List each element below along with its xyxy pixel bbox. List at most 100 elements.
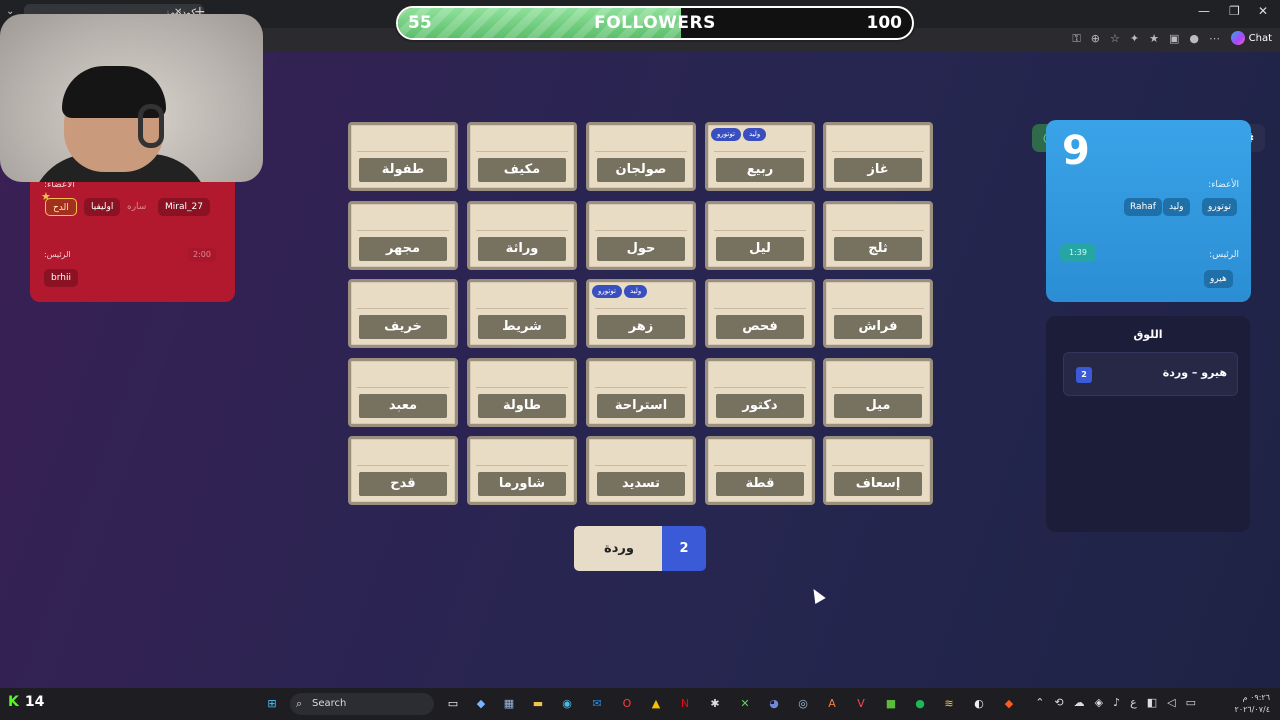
favorites-icon[interactable]: ★ bbox=[1149, 32, 1159, 46]
task-view-icon[interactable]: ▭ bbox=[444, 695, 462, 713]
minecraft-icon[interactable]: ■ bbox=[882, 695, 900, 713]
blue-member-chip[interactable]: Rahaf bbox=[1124, 198, 1162, 216]
more-icon[interactable]: ⋯ bbox=[1209, 32, 1220, 46]
key-icon[interactable]: ⚿ bbox=[1072, 32, 1080, 46]
card-word: ليل bbox=[716, 237, 804, 261]
discord-icon[interactable]: ◕ bbox=[765, 695, 783, 713]
word-card[interactable]: شريط bbox=[467, 279, 577, 348]
app-icon[interactable]: A bbox=[823, 695, 841, 713]
word-card[interactable]: شاورما bbox=[467, 436, 577, 505]
word-card[interactable]: فحص bbox=[705, 279, 815, 348]
card-divider bbox=[595, 308, 687, 309]
word-card[interactable]: طفولة bbox=[348, 122, 458, 191]
red-leader-chip[interactable]: brhii bbox=[44, 269, 78, 287]
copilot-taskbar-icon[interactable]: ◆ bbox=[472, 695, 490, 713]
card-divider bbox=[832, 465, 924, 466]
word-card[interactable]: صولجان bbox=[586, 122, 696, 191]
store-icon[interactable]: ▦ bbox=[500, 695, 518, 713]
word-card[interactable]: دكتور bbox=[705, 358, 815, 427]
red-member-chip[interactable]: ساره bbox=[120, 198, 153, 216]
log-panel: اللوق 2 هيرو – وردة bbox=[1046, 316, 1250, 532]
brave-icon[interactable]: ◆ bbox=[1000, 695, 1018, 713]
follower-label: FOLLOWERS bbox=[594, 13, 716, 33]
log-entry-number: 2 bbox=[1076, 367, 1092, 383]
card-word: قدح bbox=[359, 472, 447, 496]
word-card[interactable]: حول bbox=[586, 201, 696, 270]
word-card[interactable]: مجهر bbox=[348, 201, 458, 270]
red-member-chip[interactable]: اوليفيا bbox=[84, 198, 121, 216]
word-card[interactable]: ثلج bbox=[823, 201, 933, 270]
blue-leader-label: :الرئيس bbox=[1209, 250, 1239, 260]
word-card[interactable]: فراش bbox=[823, 279, 933, 348]
netflix-icon[interactable]: N bbox=[676, 695, 694, 713]
obs-icon[interactable]: ◐ bbox=[970, 695, 988, 713]
extensions-icon[interactable]: ✦ bbox=[1130, 32, 1139, 46]
outlook-icon[interactable]: ✉ bbox=[588, 695, 606, 713]
card-divider bbox=[832, 230, 924, 231]
blue-timer: 1:39 bbox=[1060, 244, 1096, 262]
valorant-icon[interactable]: V bbox=[852, 695, 870, 713]
kick-widget[interactable]: K 14 bbox=[8, 694, 44, 710]
word-card[interactable]: استراحة bbox=[586, 358, 696, 427]
card-vote-tag: توتورو bbox=[711, 128, 741, 141]
microphone-icon[interactable]: ♪ bbox=[1113, 696, 1120, 709]
minimize-button[interactable]: — bbox=[1198, 4, 1210, 18]
card-word: شريط bbox=[478, 315, 566, 339]
start-icon[interactable]: ⊞ bbox=[263, 695, 281, 713]
battery-icon[interactable]: ▭ bbox=[1186, 696, 1196, 709]
edge-icon[interactable]: ◉ bbox=[558, 695, 576, 713]
blue-member-chip[interactable]: وليد bbox=[1163, 198, 1190, 216]
zoom-icon[interactable]: ⊕ bbox=[1091, 32, 1100, 46]
xbox-icon[interactable]: ✕ bbox=[736, 695, 754, 713]
word-card[interactable]: غاز bbox=[823, 122, 933, 191]
word-card[interactable]: تسديد bbox=[586, 436, 696, 505]
word-card[interactable]: مكيف bbox=[467, 122, 577, 191]
security-icon[interactable]: ◈ bbox=[1095, 696, 1103, 709]
chevron-up-icon[interactable]: ⌃ bbox=[1035, 696, 1044, 709]
windows-taskbar: K 14 ⊞ ⌕ Search ▭ ◆ ▦ ▬ ◉ ✉ O ▲ N ✱ ✕ ◕ … bbox=[0, 688, 1280, 720]
card-word: فحص bbox=[716, 315, 804, 339]
card-word: صولجان bbox=[597, 158, 685, 182]
word-card[interactable]: طاولة bbox=[467, 358, 577, 427]
favorite-icon[interactable]: ☆ bbox=[1110, 32, 1120, 46]
taskbar-search[interactable]: ⌕ Search bbox=[290, 693, 434, 715]
volume-icon[interactable]: ◁ bbox=[1167, 696, 1175, 709]
collections-icon[interactable]: ▣ bbox=[1169, 32, 1179, 46]
close-window-button[interactable]: ✕ bbox=[1258, 4, 1268, 18]
file-explorer-icon[interactable]: ▬ bbox=[529, 695, 547, 713]
word-card[interactable]: وراثة bbox=[467, 201, 577, 270]
network-icon[interactable]: ◧ bbox=[1147, 696, 1157, 709]
word-card[interactable]: إسعاف bbox=[823, 436, 933, 505]
word-card[interactable]: قطة bbox=[705, 436, 815, 505]
cloud-icon[interactable]: ☁ bbox=[1074, 696, 1085, 709]
word-card[interactable]: ربيع توتورو وليد bbox=[705, 122, 815, 191]
app-icon[interactable]: ✱ bbox=[706, 695, 724, 713]
app-icon[interactable]: ≋ bbox=[940, 695, 958, 713]
word-card[interactable]: خريف bbox=[348, 279, 458, 348]
word-card[interactable]: معبد bbox=[348, 358, 458, 427]
spotify-icon[interactable]: ● bbox=[911, 695, 929, 713]
clock[interactable]: ٠٩:٢٦ م ٢٠٢٦/٠٧/٤ bbox=[1235, 692, 1270, 716]
card-word: استراحة bbox=[597, 394, 685, 418]
word-card[interactable]: قدح bbox=[348, 436, 458, 505]
sync-icon[interactable]: ⟲ bbox=[1054, 696, 1063, 709]
blue-member-chip[interactable]: توتورو bbox=[1202, 198, 1238, 216]
steam-icon[interactable]: ◎ bbox=[794, 695, 812, 713]
maximize-button[interactable]: ❐ bbox=[1229, 4, 1240, 18]
card-word: ربيع bbox=[716, 158, 804, 182]
app-icon[interactable]: ▲ bbox=[647, 695, 665, 713]
profile-icon[interactable]: ● bbox=[1189, 32, 1199, 46]
card-divider bbox=[476, 308, 568, 309]
word-card[interactable]: ميل bbox=[823, 358, 933, 427]
opera-icon[interactable]: O bbox=[618, 695, 636, 713]
card-divider bbox=[357, 465, 449, 466]
copilot-chat-button[interactable]: Chat bbox=[1230, 31, 1272, 45]
card-divider bbox=[832, 387, 924, 388]
card-divider bbox=[595, 230, 687, 231]
word-card[interactable]: ليل bbox=[705, 201, 815, 270]
language-icon[interactable]: ع bbox=[1130, 696, 1137, 709]
word-card[interactable]: زهر توتورو وليد bbox=[586, 279, 696, 348]
follower-goal: 100 bbox=[866, 13, 903, 33]
blue-leader-chip[interactable]: هيرو bbox=[1204, 270, 1233, 288]
red-member-chip[interactable]: Miral_27 bbox=[158, 198, 210, 216]
